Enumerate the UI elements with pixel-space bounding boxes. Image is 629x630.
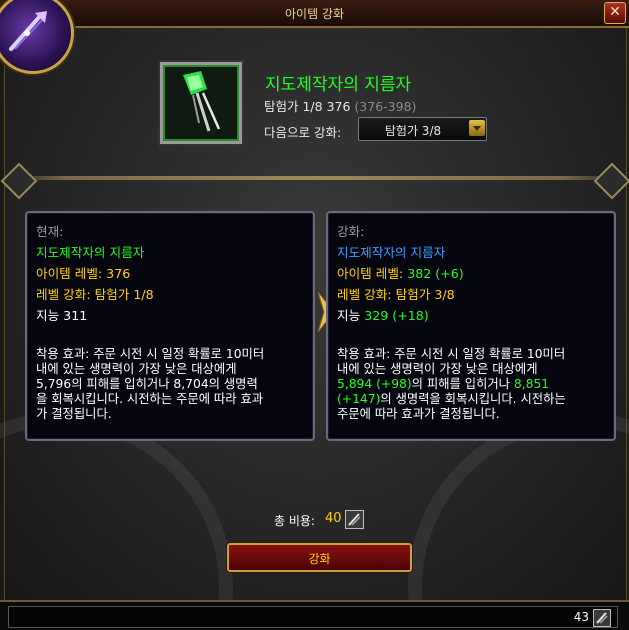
upgrade-level-line: 레벨 강화: 탐험가 3/8 [337, 287, 455, 302]
effect-heal-value: 8,851 [513, 377, 550, 391]
effect-text: 의 생명력을 회복시킵니다. 시전하는 [380, 392, 566, 406]
total-cost-label: 총 비용: [274, 514, 315, 528]
item-track-text: 탐험가 1/8 376 [264, 99, 351, 114]
item-level-range: (376-398) [354, 99, 417, 114]
effect-description: 착용 효과: 주문 시전 시 일정 확률로 10미터 내에 있는 생명력이 가장… [36, 347, 304, 422]
section-divider [4, 176, 625, 180]
item-level-value: 382 (+6) [407, 266, 464, 281]
stat-label: 지능 [337, 308, 365, 323]
effect-damage-value: 5,894 (+98) [337, 377, 412, 391]
upgraded-stats-panel: 강화: 지도제작자의 지름자 아이템 레벨: 382 (+6) 레벨 강화: 탐… [326, 211, 616, 441]
dropdown-value: 탐험가 3/8 [384, 124, 442, 138]
upgrade-button[interactable]: 강화 [227, 543, 412, 572]
dropdown-arrow-icon[interactable] [469, 120, 485, 136]
effect-line: 내에 있는 생명력이 가장 낮은 대상에게 [337, 362, 538, 376]
item-level-line: 아이템 레벨: 376 [36, 266, 131, 281]
upgrade-level-dropdown[interactable]: 탐험가 3/8 [358, 117, 487, 141]
effect-line: 착용 효과: 주문 시전 시 일정 확률로 10미터 [337, 347, 566, 361]
stat-line: 지능 329 (+18) [337, 305, 429, 324]
item-level-line: 아이템 레벨: 382 (+6) [337, 263, 464, 282]
panel-item-name: 지도제작자의 지름자 [36, 245, 145, 260]
upgrade-to-label: 다음으로 강화: [264, 125, 342, 140]
close-button[interactable]: ✕ [604, 2, 626, 24]
effect-text: 의 피해를 입히거나 [411, 377, 514, 391]
title-bar[interactable]: 아이템 강화 ✕ [0, 0, 629, 28]
effect-description: 착용 효과: 주문 시전 시 일정 확률로 10미터 내에 있는 생명력이 가장… [337, 347, 605, 422]
effect-line: 주문에 따라 효과가 결정됩니다. [337, 407, 500, 421]
currency-field: 43 [8, 606, 618, 628]
crest-currency-icon [345, 510, 364, 529]
effect-line: 5,796의 피해를 입히거나 8,704의 생명력 [36, 377, 258, 391]
effect-line: 을 회복시킵니다. 시전하는 주문에 따라 효과 [36, 392, 264, 406]
window-title: 아이템 강화 [284, 7, 344, 21]
crest-currency-icon[interactable] [593, 609, 611, 627]
effect-line: 가 결정됩니다. [36, 407, 112, 421]
item-upgrade-window: 아이템 강화 ✕ 지도제작자의 지름자 탐험가 1/8 376 (376-398… [0, 0, 629, 630]
upgrade-button-label: 강화 [308, 552, 331, 566]
currency-bar: 43 [0, 600, 629, 630]
stat-value: 329 (+18) [364, 308, 429, 323]
panel-item-name: 지도제작자의 지름자 [337, 245, 446, 260]
upgrade-level-line: 레벨 강화: 탐험가 1/8 [36, 287, 154, 302]
effect-line: 내에 있는 생명력이 가장 낮은 대상에게 [36, 362, 237, 376]
panel-heading: 현재: [36, 224, 64, 239]
panel-heading: 강화: [337, 224, 365, 239]
item-icon[interactable] [160, 62, 242, 144]
item-name: 지도제작자의 지름자 [265, 75, 412, 95]
currency-amount: 43 [573, 610, 589, 624]
total-cost-value: 40 [325, 511, 342, 526]
effect-line: 착용 효과: 주문 시전 시 일정 확률로 10미터 [36, 347, 265, 361]
current-stats-panel: 현재: 지도제작자의 지름자 아이템 레벨: 376 레벨 강화: 탐험가 1/… [25, 211, 315, 441]
item-level-label: 아이템 레벨: [337, 266, 408, 281]
item-track-level: 탐험가 1/8 376 (376-398) [264, 96, 416, 115]
effect-heal-delta: (+147) [337, 392, 381, 406]
stat-line: 지능 311 [36, 308, 88, 323]
